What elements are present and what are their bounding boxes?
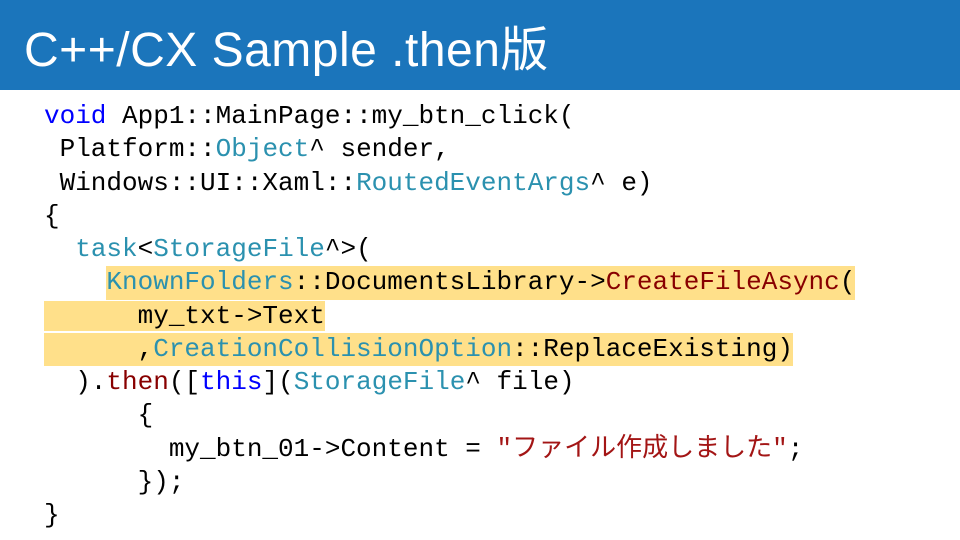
code-text: ;: [788, 434, 804, 464]
code-line: {: [44, 200, 916, 233]
code-text: ).: [44, 367, 106, 397]
code-text: (: [840, 267, 856, 297]
code-line: ).then([this](StorageFile^ file): [44, 366, 916, 399]
code-text: ^>(: [325, 234, 372, 264]
code-text: my_btn_01->Content =: [44, 434, 496, 464]
type-name: Object: [216, 134, 310, 164]
code-text: ,: [44, 334, 153, 364]
code-text: [44, 267, 106, 297]
code-text: {: [44, 201, 60, 231]
code-text: ^ sender,: [309, 134, 449, 164]
code-text: ::DocumentsLibrary->: [294, 267, 606, 297]
type-name: StorageFile: [153, 234, 325, 264]
code-text: ](: [262, 367, 293, 397]
code-line: }: [44, 499, 916, 532]
code-text: {: [44, 400, 153, 430]
code-text: my_txt->Text: [44, 301, 325, 331]
code-text: });: [44, 467, 184, 497]
code-line: });: [44, 466, 916, 499]
code-line: Platform::Object^ sender,: [44, 133, 916, 166]
type-name: task: [75, 234, 137, 264]
code-text: ^ e): [590, 168, 652, 198]
code-text: ::ReplaceExisting): [512, 334, 793, 364]
slide: C++/CX Sample .then版 void App1::MainPage…: [0, 0, 960, 540]
code-line: void App1::MainPage::my_btn_click(: [44, 100, 916, 133]
code-text: }: [44, 500, 60, 530]
method-name: CreateFileAsync: [606, 267, 840, 297]
code-text: App1::MainPage::my_btn_click(: [106, 101, 574, 131]
code-text: [44, 234, 75, 264]
type-name: KnownFolders: [106, 267, 293, 297]
code-line: my_btn_01->Content = "ファイル作成しました";: [44, 433, 916, 466]
code-line: Windows::UI::Xaml::RoutedEventArgs^ e): [44, 167, 916, 200]
keyword: void: [44, 101, 106, 131]
code-line-highlight: ,CreationCollisionOption::ReplaceExistin…: [44, 333, 916, 366]
title-bar: C++/CX Sample .then版: [0, 0, 960, 90]
code-line-highlight: KnownFolders::DocumentsLibrary->CreateFi…: [44, 266, 916, 299]
code-line: {: [44, 399, 916, 432]
code-text: ^ file): [465, 367, 574, 397]
code-text: Platform::: [44, 134, 216, 164]
code-line: task<StorageFile^>(: [44, 233, 916, 266]
code-text: <: [138, 234, 154, 264]
slide-title: C++/CX Sample .then版: [24, 10, 549, 80]
string-literal: "ファイル作成しました": [496, 434, 787, 464]
type-name: CreationCollisionOption: [153, 334, 512, 364]
keyword: this: [200, 367, 262, 397]
code-block: void App1::MainPage::my_btn_click( Platf…: [0, 90, 960, 532]
type-name: RoutedEventArgs: [356, 168, 590, 198]
method-name: then: [106, 367, 168, 397]
code-line-highlight: my_txt->Text: [44, 300, 916, 333]
code-text: ([: [169, 367, 200, 397]
code-text: Windows::UI::Xaml::: [44, 168, 356, 198]
type-name: StorageFile: [294, 367, 466, 397]
